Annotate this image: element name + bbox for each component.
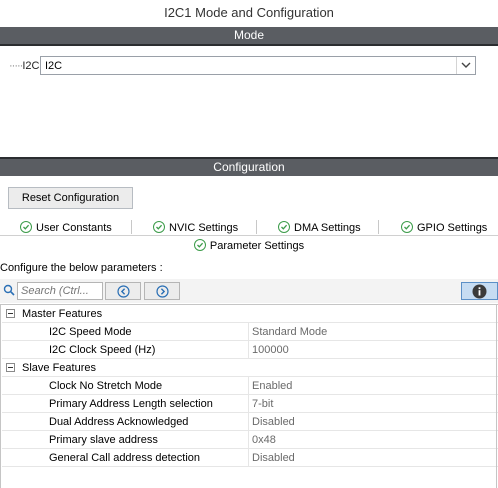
configure-instructions: Configure the below parameters : [0,262,163,274]
info-icon [472,284,487,299]
tab-dma-settings[interactable]: DMA Settings [278,218,361,234]
parameter-grid: Master Features I2C Speed Mode Standard … [0,304,498,488]
window-title: I2C1 Mode and Configuration [164,5,334,20]
param-row-primary-slave-address[interactable]: Primary slave address 0x48 [2,431,498,449]
search-previous-button[interactable] [105,282,141,300]
collapse-icon[interactable] [6,309,15,318]
search-next-button[interactable] [144,282,180,300]
check-circle-icon [278,221,290,233]
tab-bar-divider [0,235,498,236]
param-row-i2c-clock-speed[interactable]: I2C Clock Speed (Hz) 100000 [2,341,498,359]
search-input[interactable] [21,284,101,298]
tree-dots-icon: ····· [9,60,23,72]
check-circle-icon [193,239,206,251]
param-row-clock-no-stretch[interactable]: Clock No Stretch Mode Enabled [2,377,498,395]
tab-gpio-settings[interactable]: GPIO Settings [401,218,498,234]
tab-separator [378,220,379,234]
i2c-mode-select[interactable]: I2C [40,56,476,75]
check-circle-icon [153,221,165,233]
group-master-features[interactable]: Master Features [2,305,498,323]
column-divider [248,449,249,466]
collapse-icon[interactable] [6,363,15,372]
check-circle-icon [20,221,32,233]
grid-right-border [496,304,497,488]
group-slave-features[interactable]: Slave Features [2,359,498,377]
settings-tabs: User Constants NVIC Settings DMA Setting… [0,218,498,234]
param-row-dual-address[interactable]: Dual Address Acknowledged Disabled [2,413,498,431]
param-row-i2c-speed-mode[interactable]: I2C Speed Mode Standard Mode [2,323,498,341]
column-divider [248,431,249,448]
column-divider [248,323,249,340]
param-row-general-call[interactable]: General Call address detection Disabled [2,449,498,467]
column-divider [248,395,249,412]
arrow-left-circle-icon [117,285,130,298]
check-circle-icon [401,221,413,233]
mode-header-divider [0,44,498,46]
column-divider [248,341,249,358]
tab-separator [256,220,257,234]
tab-nvic-settings[interactable]: NVIC Settings [153,218,238,234]
i2c-mode-value: I2C [45,60,63,72]
search-icon [3,284,15,299]
reset-configuration-button[interactable]: Reset Configuration [8,187,133,209]
i2c-field-label: ·····I2C [9,60,40,72]
tab-separator [131,220,132,234]
tab-user-constants[interactable]: User Constants [20,218,112,234]
chevron-down-icon[interactable] [456,57,475,74]
info-button[interactable] [461,282,498,300]
column-divider [248,413,249,430]
tab-parameter-settings[interactable]: Parameter Settings [0,239,498,252]
column-divider [248,377,249,394]
param-row-primary-address-length[interactable]: Primary Address Length selection 7-bit [2,395,498,413]
config-header: Configuration [0,159,498,176]
mode-header: Mode [0,27,498,44]
arrow-right-circle-icon [156,285,169,298]
search-field[interactable] [17,282,103,300]
